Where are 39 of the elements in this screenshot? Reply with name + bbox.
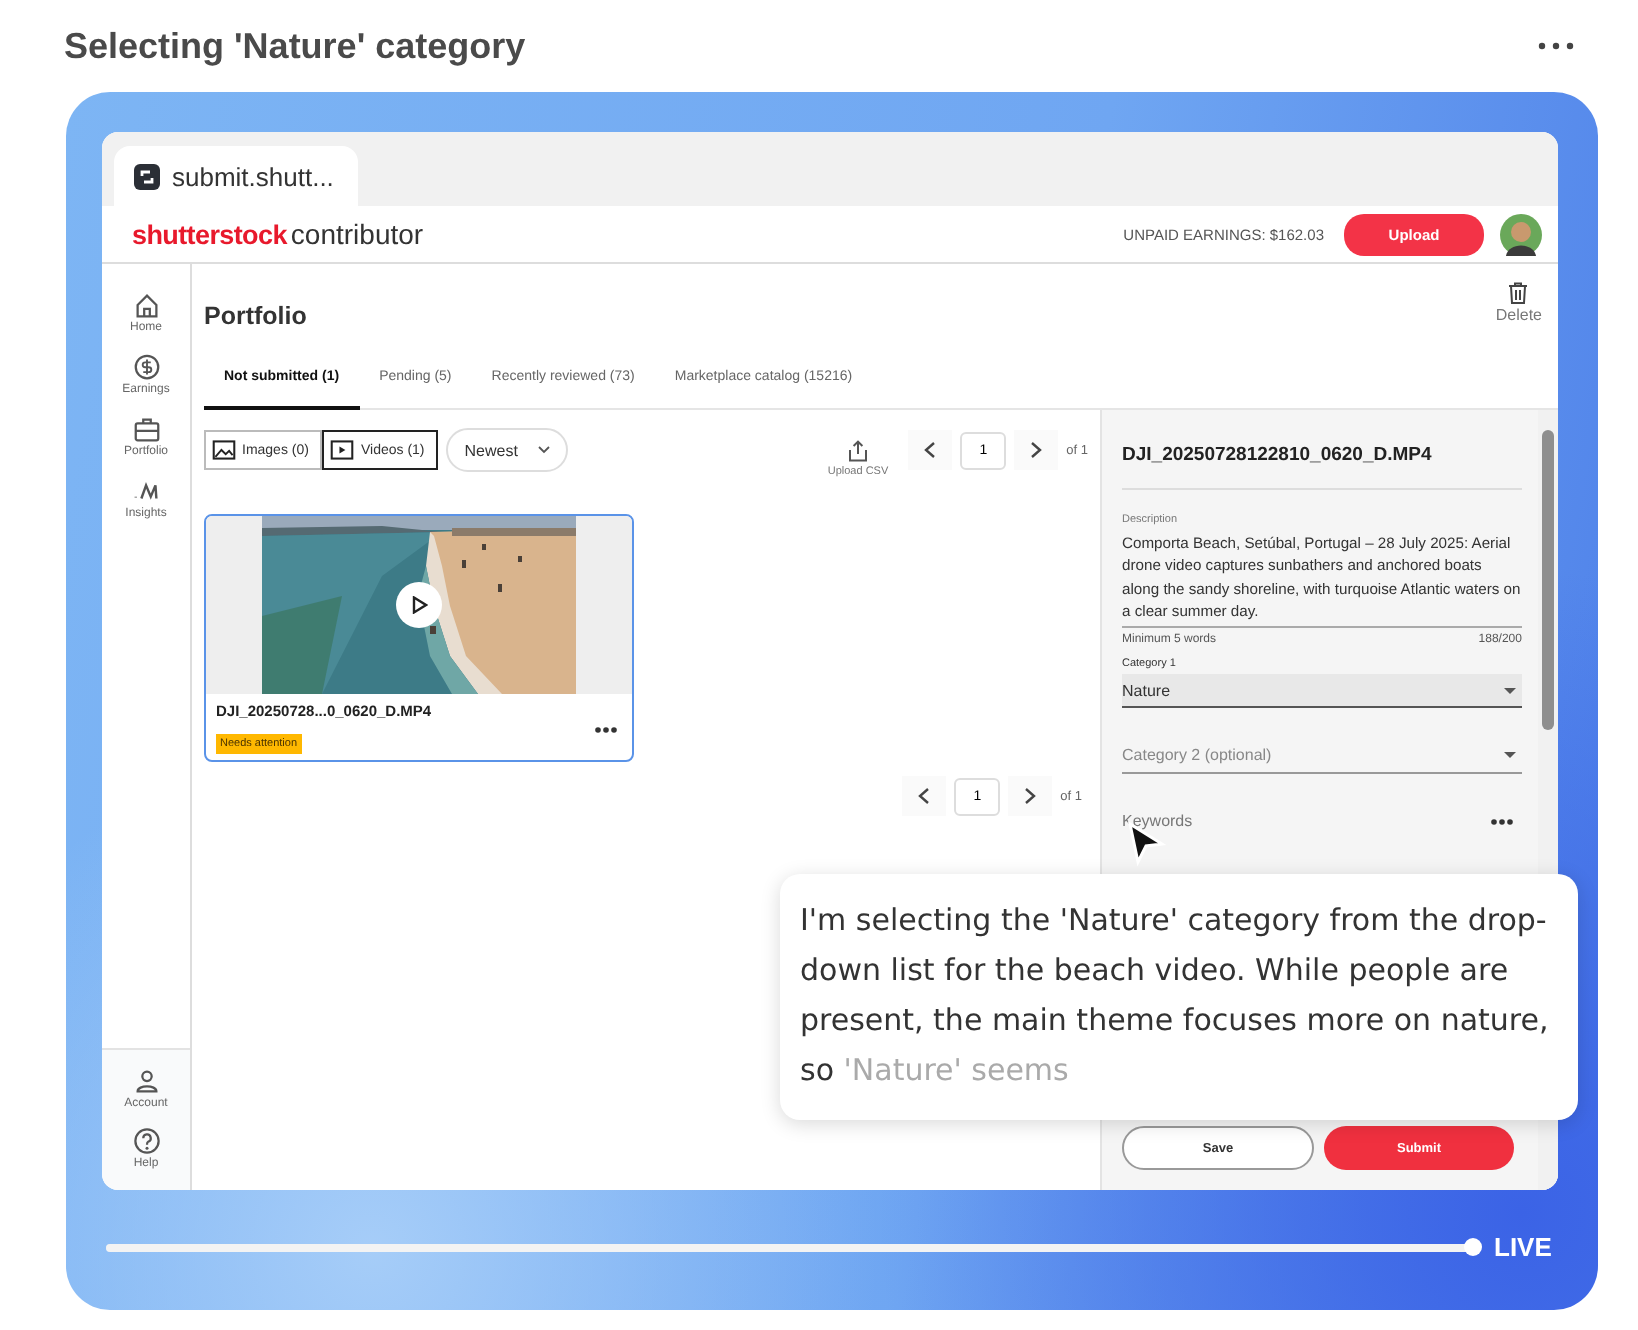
- help-icon[interactable]: [131, 1126, 161, 1156]
- chevron-down-icon: [537, 446, 550, 454]
- category-dropdown[interactable]: Category 2 (optional): [1122, 738, 1522, 775]
- home-icon[interactable]: [131, 290, 161, 320]
- chevron-left-icon: [918, 788, 931, 804]
- logo-product: contributor: [290, 218, 424, 250]
- person-icon[interactable]: [131, 1066, 161, 1096]
- image-icon: [212, 438, 236, 462]
- tooltip-text: I'm selecting the 'Nature' category from the drop-down list for the beach video. While people are present, the main theme focuses more on nature, so 'Nature' seems: [800, 900, 1551, 1092]
- play-icon: [411, 596, 427, 614]
- previous-page-button[interactable]: [908, 430, 953, 470]
- next-page-button[interactable]: [1014, 430, 1059, 470]
- video-icon: [330, 438, 355, 462]
- briefcase-icon[interactable]: [131, 414, 161, 444]
- logo-brand: shutterstock: [132, 220, 287, 250]
- more-icon[interactable]: [1538, 42, 1574, 50]
- dropdown-arrow-icon: [1504, 687, 1516, 694]
- category-dropdown[interactable]: Nature: [1122, 674, 1522, 709]
- trash-icon[interactable]: [1508, 282, 1529, 304]
- sort-dropdown[interactable]: Newest: [446, 428, 568, 472]
- chevron-right-icon: [1024, 788, 1037, 804]
- dropdown-arrow-icon: [1504, 752, 1516, 759]
- keywords-label: Keywords: [1122, 812, 1193, 831]
- chevron-left-icon: [924, 442, 937, 458]
- portfolio-heading: Portfolio: [204, 302, 307, 330]
- avatar-icon[interactable]: [1500, 213, 1542, 255]
- favicon-icon: [134, 163, 160, 189]
- delete-button[interactable]: Delete: [1495, 306, 1542, 324]
- live-label: LIVE: [1494, 1232, 1552, 1262]
- browser-tab[interactable]: submit.shutt...: [114, 146, 358, 206]
- chevron-right-icon: [1030, 442, 1043, 458]
- more-icon[interactable]: [1490, 817, 1514, 826]
- page-title: Selecting 'Nature' category: [64, 25, 526, 67]
- dollar-icon[interactable]: [131, 352, 161, 382]
- previous-page-button[interactable]: [902, 776, 947, 816]
- more-icon[interactable]: [594, 725, 618, 733]
- file-title: DJI_20250728122810_0620_D.MP4: [1122, 432, 1522, 490]
- share-icon[interactable]: [848, 439, 869, 461]
- next-page-button[interactable]: [1008, 776, 1053, 816]
